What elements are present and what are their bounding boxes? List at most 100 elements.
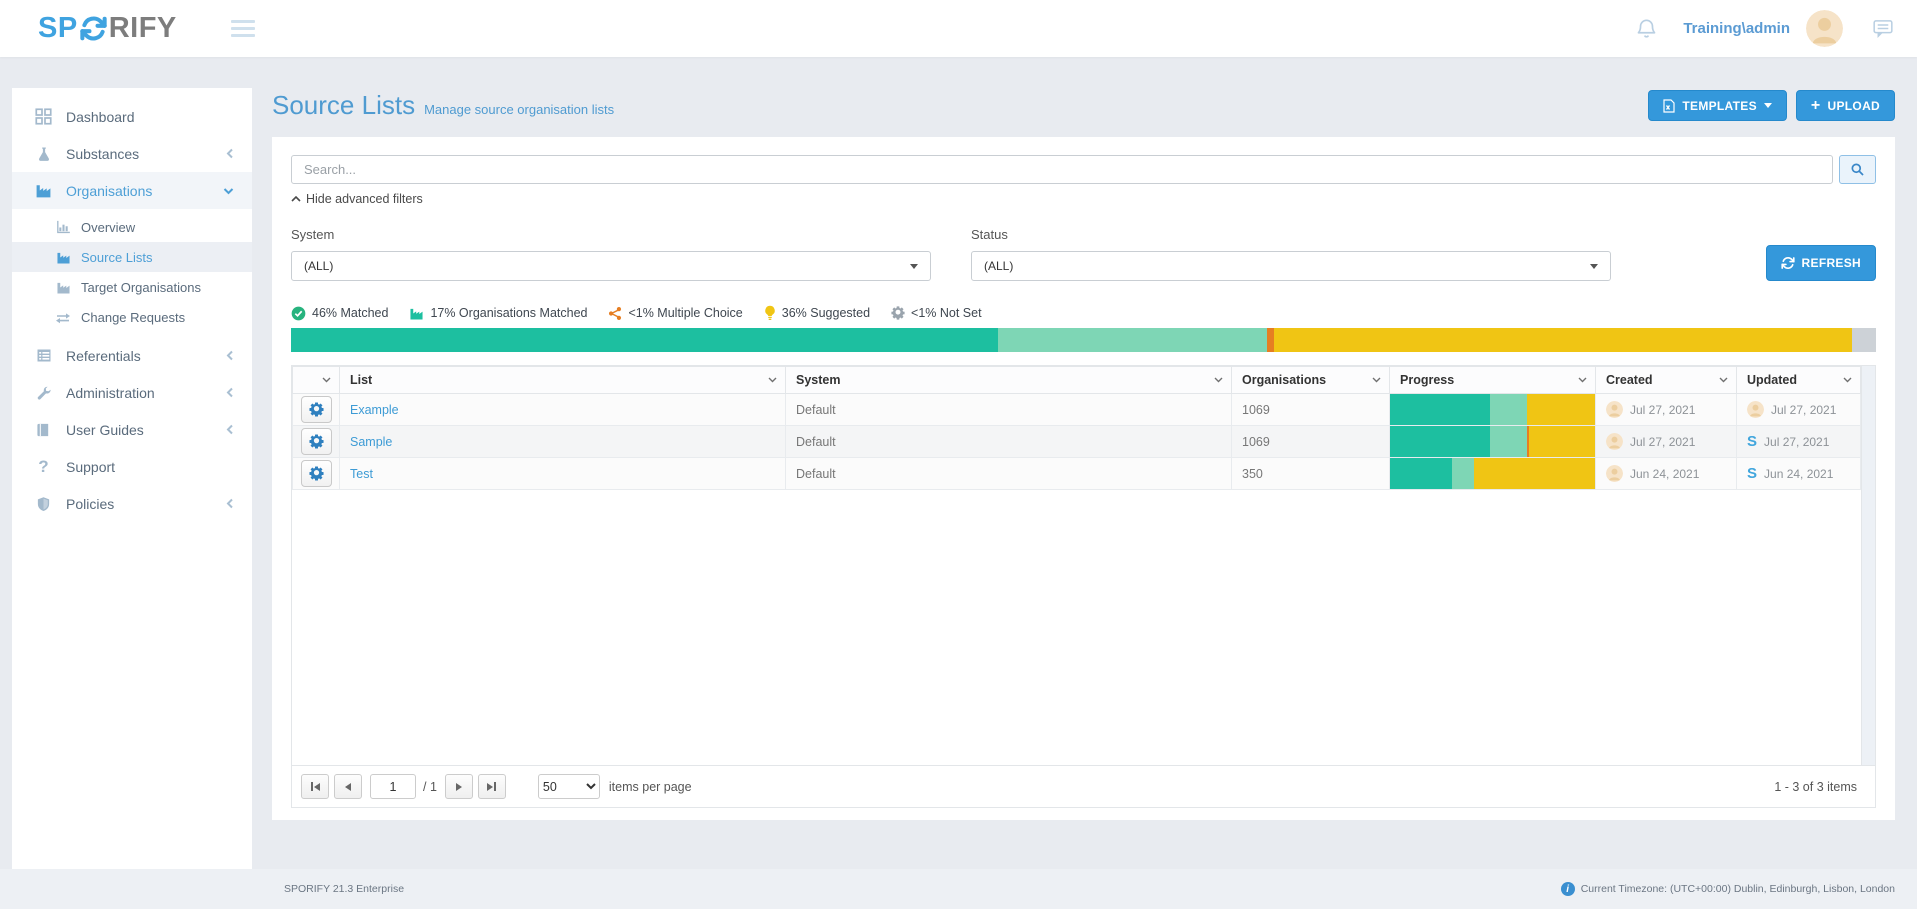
templates-button[interactable]: TEMPLATES — [1648, 90, 1786, 121]
updated-cell: S Jun 24, 2021 — [1747, 465, 1850, 482]
column-menu-header[interactable] — [293, 367, 340, 394]
flask-icon — [34, 146, 53, 162]
gear-icon — [309, 402, 324, 417]
user-avatar[interactable] — [1806, 10, 1843, 47]
column-header-system[interactable]: System — [786, 367, 1232, 394]
source-lists-panel: Hide advanced filters System (ALL) Statu… — [272, 137, 1895, 820]
logo-text-rify: RIFY — [109, 12, 177, 45]
sidebar-item-label: Overview — [81, 220, 135, 235]
previous-page-button[interactable] — [334, 774, 362, 799]
column-header-updated[interactable]: Updated — [1737, 367, 1861, 394]
sidebar-item-user-guides[interactable]: User Guides — [12, 411, 252, 448]
list-icon — [34, 348, 53, 363]
sidebar-item-administration[interactable]: Administration — [12, 374, 252, 411]
search-button[interactable] — [1839, 155, 1876, 184]
page-size-select[interactable]: 50 — [538, 774, 600, 799]
footer: SPORIFY 21.3 Enterprise i Current Timezo… — [0, 869, 1917, 909]
hide-advanced-filters-toggle[interactable]: Hide advanced filters — [291, 192, 423, 206]
chevron-down-icon[interactable] — [1719, 377, 1728, 383]
status-filter-select[interactable]: (ALL) — [971, 251, 1611, 281]
chevron-down-icon[interactable] — [1214, 377, 1223, 383]
column-header-list[interactable]: List — [340, 367, 786, 394]
row-progress-bar — [1390, 426, 1595, 457]
items-range-label: 1 - 3 of 3 items — [1774, 780, 1861, 794]
list-name-link[interactable]: Example — [350, 403, 399, 417]
factory-icon — [55, 251, 71, 264]
sidebar-item-target-organisations[interactable]: Target Organisations — [12, 272, 252, 302]
list-name-link[interactable]: Sample — [350, 435, 392, 449]
chevron-down-icon[interactable] — [1843, 377, 1852, 383]
chat-bubble-icon[interactable] — [1873, 19, 1893, 38]
row-settings-gear-button[interactable] — [301, 428, 332, 455]
sidebar-item-dashboard[interactable]: Dashboard — [12, 98, 252, 135]
user-avatar-icon — [1606, 401, 1623, 418]
refresh-button[interactable]: REFRESH — [1766, 245, 1876, 281]
notifications-bell-icon[interactable] — [1636, 18, 1657, 40]
chevron-left-icon — [226, 148, 234, 159]
column-header-progress[interactable]: Progress — [1390, 367, 1596, 394]
created-cell: Jul 27, 2021 — [1606, 433, 1726, 450]
grid-scrollbar-track[interactable] — [1861, 366, 1875, 765]
sidebar-item-support[interactable]: ? Support — [12, 448, 252, 485]
system-filter-select[interactable]: (ALL) — [291, 251, 931, 281]
sidebar-item-label: Policies — [66, 496, 114, 512]
column-header-created[interactable]: Created — [1596, 367, 1737, 394]
factory-icon — [409, 307, 424, 320]
page-total-label: / 1 — [423, 780, 437, 794]
page-title: Source Lists — [272, 88, 415, 122]
caret-down-icon — [1764, 103, 1772, 108]
book-icon — [34, 422, 53, 438]
user-avatar-icon — [1606, 465, 1623, 482]
logo-text-sp: SP — [38, 12, 78, 45]
sporify-s-icon: S — [1747, 433, 1757, 450]
organisations-cell: 1069 — [1232, 394, 1390, 426]
user-avatar-icon — [1747, 401, 1764, 418]
system-filter-label: System — [291, 227, 931, 242]
plus-icon: + — [1811, 98, 1821, 114]
gear-icon — [891, 306, 905, 320]
user-menu[interactable]: Training\admin — [1683, 20, 1790, 37]
sidebar-item-referentials[interactable]: Referentials — [12, 337, 252, 374]
last-page-button[interactable] — [478, 774, 506, 799]
sidebar-item-substances[interactable]: Substances — [12, 135, 252, 172]
created-cell: Jun 24, 2021 — [1606, 465, 1726, 482]
next-page-button[interactable] — [445, 774, 473, 799]
sidebar-item-label: Target Organisations — [81, 280, 201, 295]
sidebar-item-organisations[interactable]: Organisations — [12, 172, 252, 209]
search-input[interactable] — [291, 155, 1833, 184]
sidebar-item-label: Substances — [66, 146, 139, 162]
sidebar-item-source-lists[interactable]: Source Lists — [12, 242, 252, 272]
bar-chart-icon — [55, 220, 71, 234]
status-filter-label: Status — [971, 227, 1611, 242]
updated-cell: S Jul 27, 2021 — [1747, 433, 1850, 450]
column-header-organisations[interactable]: Organisations — [1232, 367, 1390, 394]
list-name-link[interactable]: Test — [350, 467, 373, 481]
sidebar-item-change-requests[interactable]: Change Requests — [12, 302, 252, 332]
chevron-left-icon — [226, 424, 234, 435]
organisations-submenu: Overview Source Lists Target Organisatio… — [12, 209, 252, 337]
chevron-down-icon[interactable] — [1372, 377, 1381, 383]
grid-header-row: List System Organisations Progress Creat… — [293, 367, 1861, 394]
row-settings-gear-button[interactable] — [301, 460, 332, 487]
page-number-input[interactable] — [370, 774, 416, 799]
row-progress-bar — [1390, 394, 1595, 425]
chevron-left-icon — [226, 350, 234, 361]
gear-icon — [309, 466, 324, 481]
sidebar-item-policies[interactable]: Policies — [12, 485, 252, 522]
chevron-up-icon — [291, 196, 301, 202]
check-circle-icon — [291, 306, 306, 321]
user-avatar-icon — [1606, 433, 1623, 450]
updated-cell: Jul 27, 2021 — [1747, 401, 1850, 418]
first-page-button[interactable] — [301, 774, 329, 799]
sidebar-item-overview[interactable]: Overview — [12, 212, 252, 242]
upload-button[interactable]: + UPLOAD — [1796, 90, 1895, 121]
sidebar-item-label: Source Lists — [81, 250, 153, 265]
row-settings-gear-button[interactable] — [301, 396, 332, 423]
sidebar: Dashboard Substances Organisations — [12, 88, 252, 869]
chevron-down-icon[interactable] — [768, 377, 777, 383]
hamburger-menu-icon[interactable] — [227, 16, 259, 41]
chevron-down-icon[interactable] — [322, 377, 331, 383]
chevron-down-icon[interactable] — [1578, 377, 1587, 383]
legend-organisations-matched: 17% Organisations Matched — [409, 306, 587, 320]
swap-arrows-icon — [55, 311, 71, 324]
